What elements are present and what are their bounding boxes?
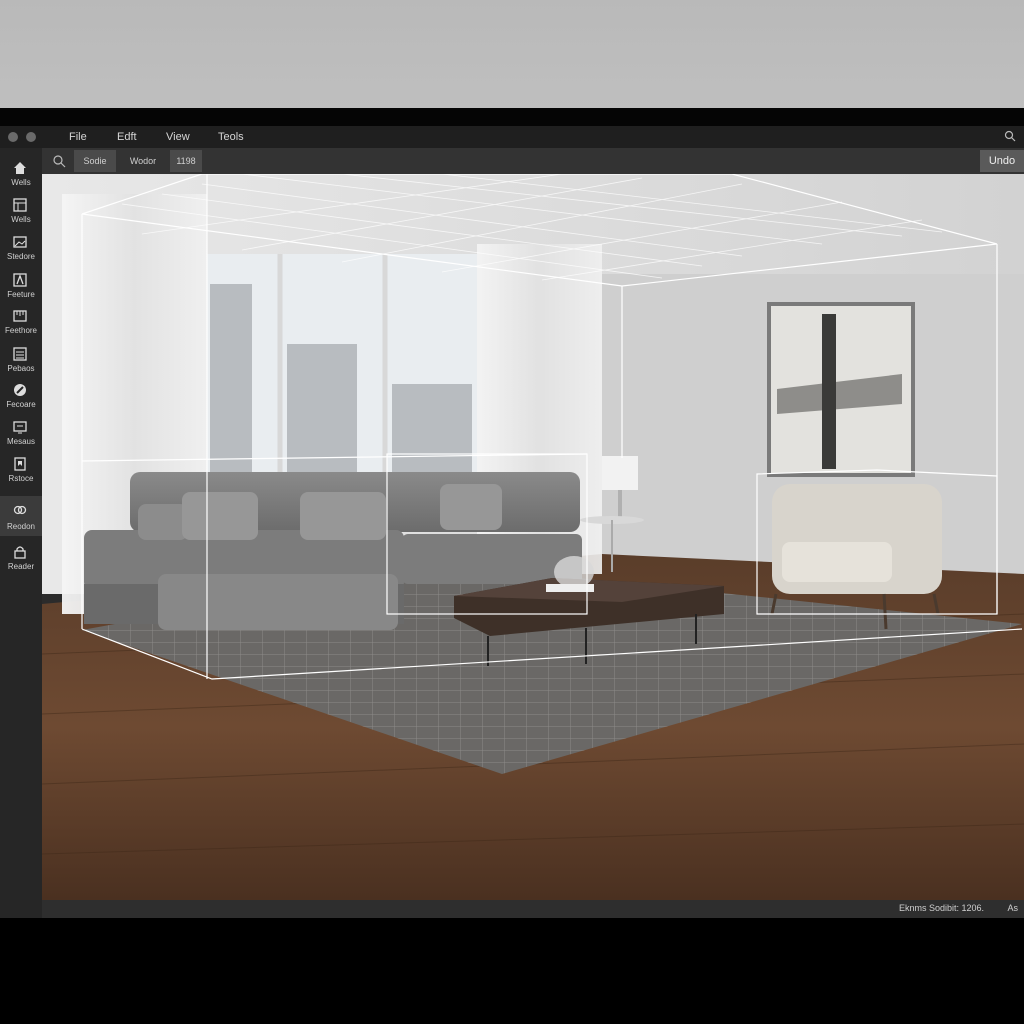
text-icon: [13, 273, 27, 287]
grid-panel-icon: [13, 198, 27, 212]
sidebar-item-render[interactable]: Reodon: [0, 496, 42, 536]
menu-edit[interactable]: Edft: [117, 131, 137, 143]
ruler-icon: [13, 310, 27, 322]
tool-sidebar: Wells Wells Stedore Feeture Feethore Peb…: [0, 148, 42, 918]
sidebar-item-presets[interactable]: Pebaos: [0, 342, 42, 378]
menu-bar: File Edft View Teols: [0, 126, 1024, 148]
monitor-icon: [13, 421, 27, 434]
menu-view[interactable]: View: [166, 131, 190, 143]
sidebar-item-label: Feeture: [7, 290, 35, 299]
toolbar-button-scale[interactable]: Sodie: [74, 150, 116, 172]
sidebar-item-label: Reader: [7, 562, 35, 571]
app-window: File Edft View Teols Sodie Wodor 1198 Un…: [0, 126, 1024, 918]
sidebar-item-label: Reodon: [6, 522, 36, 531]
search-icon[interactable]: [52, 154, 66, 168]
sidebar-item-storage[interactable]: Stedore: [0, 230, 42, 266]
backdrop: [0, 0, 1024, 108]
sidebar-item-feature-2[interactable]: Feethore: [0, 304, 42, 340]
sidebar-item-fixtures[interactable]: Fecoare: [0, 378, 42, 414]
sidebar-item-feature[interactable]: Feeture: [0, 268, 42, 304]
sidebar-item-walls[interactable]: Wells: [0, 156, 42, 192]
sidebar-item-label: Pebaos: [7, 364, 35, 373]
undo-button[interactable]: Undo: [980, 150, 1024, 172]
sidebar-item-reader[interactable]: Reader: [0, 540, 42, 576]
lock-icon: [14, 546, 26, 559]
window-close-button[interactable]: [8, 132, 18, 142]
menu-file[interactable]: File: [69, 131, 87, 143]
sidebar-item-restore[interactable]: Rstoce: [0, 452, 42, 488]
sidebar-item-label: Mesaus: [6, 437, 35, 446]
status-text: Eknms Sodibit: 1206.: [898, 903, 984, 913]
sidebar-item-label: Wells: [11, 215, 31, 224]
sidebar-item-walls-2[interactable]: Wells: [0, 193, 42, 229]
menu-tools[interactable]: Teols: [218, 131, 244, 143]
toolbar: Sodie Wodor 1198 Undo: [42, 148, 1024, 174]
monitor-bezel-bottom: [0, 918, 1024, 1024]
sidebar-item-measure[interactable]: Mesaus: [0, 415, 42, 451]
status-bar: Eknms Sodibit: 1206. As: [42, 900, 1024, 918]
search-icon[interactable]: [1004, 130, 1016, 142]
home-icon: [14, 162, 26, 174]
window-minimize-button[interactable]: [26, 132, 36, 142]
bookmark-icon: [14, 457, 26, 471]
room-render: [42, 174, 1024, 900]
sidebar-item-label: Feethore: [4, 326, 38, 335]
toolbar-button-size[interactable]: 1198: [170, 150, 202, 172]
list-icon: [13, 347, 27, 361]
brush-icon: [14, 384, 26, 396]
sidebar-item-label: Stedore: [6, 252, 36, 261]
sidebar-item-label: Rstoce: [8, 474, 34, 483]
status-extra: As: [1007, 903, 1018, 913]
3d-viewport[interactable]: [42, 174, 1024, 900]
sidebar-item-label: Wells: [11, 178, 31, 187]
toolbar-button-window[interactable]: Wodor: [120, 150, 166, 172]
sidebar-item-label: Fecoare: [6, 400, 36, 409]
link-icon: [13, 505, 27, 515]
image-frame-icon: [13, 236, 27, 248]
monitor-bezel-top: [0, 108, 1024, 126]
table-lamp: [602, 456, 638, 490]
